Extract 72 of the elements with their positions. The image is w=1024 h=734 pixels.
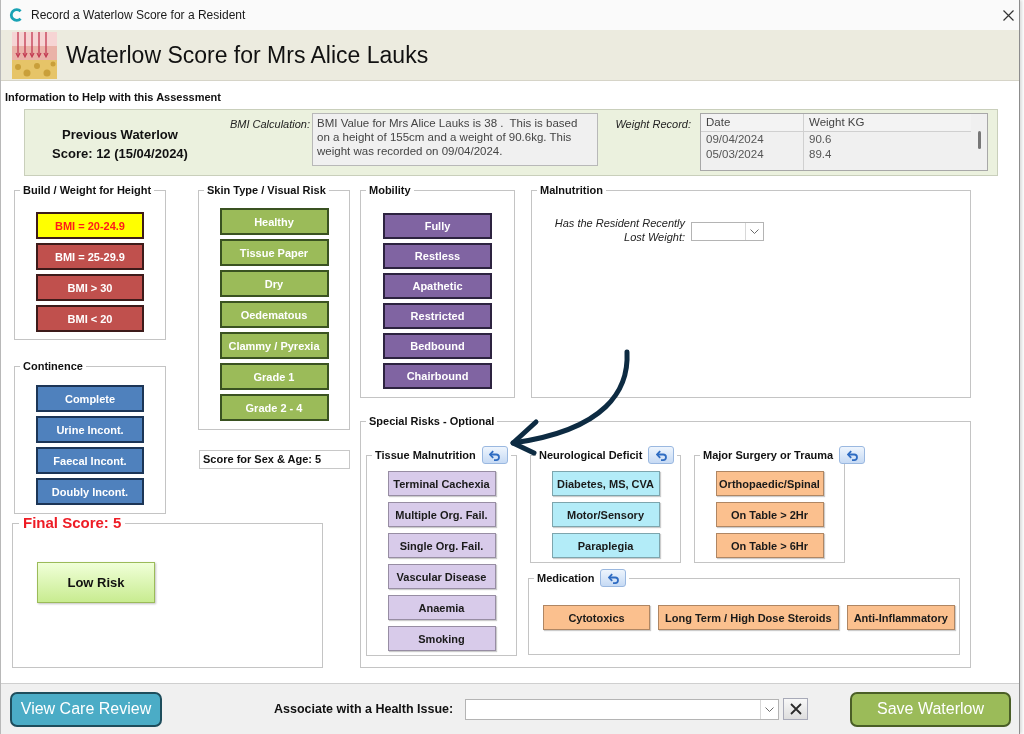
bmi-text-box: BMI Value for Mrs Alice Lauks is 38 . This is based on a height of 155cm and a weight of 90.6kg. This weight was recorded on 09/04/2024.	[312, 113, 598, 166]
reset-button[interactable]	[839, 446, 866, 464]
option-button[interactable]: Paraplegia	[551, 533, 660, 558]
undo-icon	[655, 449, 667, 461]
group-title: Skin Type / Visual Risk	[206, 184, 327, 197]
scrollbar-thumb[interactable]	[977, 131, 981, 149]
sex-age-score-field: Score for Sex & Age: 5	[199, 450, 350, 469]
option-button[interactable]: Complete	[36, 385, 144, 412]
group-title: Major Surgery or Trauma	[703, 448, 834, 462]
view-care-review-button[interactable]: View Care Review	[10, 691, 162, 727]
option-button[interactable]: Doubly Incont.	[36, 478, 144, 505]
undo-icon	[489, 449, 501, 461]
previous-score: Previous Waterlow Score: 12 (15/04/2024)	[51, 126, 189, 163]
group-title: Medication	[537, 571, 595, 585]
caret-icon	[750, 229, 759, 234]
group-title: Build / Weight for Height	[22, 184, 153, 197]
reset-button[interactable]	[481, 446, 508, 464]
group-title: Special Risks - Optional	[368, 415, 496, 428]
group-title: Tissue Malnutrition	[375, 448, 476, 462]
question-label: Has the Resident Recently Lost Weight:	[553, 216, 685, 244]
option-button[interactable]: Restless	[383, 243, 492, 269]
group-title: Neurological Deficit	[539, 448, 643, 462]
clear-button[interactable]	[783, 698, 809, 720]
reset-button[interactable]	[648, 446, 675, 464]
group-title: Malnutrition	[539, 184, 604, 197]
close-icon[interactable]	[1003, 9, 1014, 21]
option-button[interactable]: Terminal Cachexia	[387, 471, 496, 496]
table-cell-text: 05/03/2024	[705, 147, 765, 162]
option-button[interactable]: Fully	[383, 213, 492, 239]
option-button[interactable]: Motor/Sensory	[551, 502, 660, 527]
option-button[interactable]: Vascular Disease	[387, 564, 496, 589]
option-button[interactable]: Anaemia	[387, 595, 496, 620]
option-button[interactable]: Single Org. Fail.	[387, 533, 496, 558]
caret-icon	[765, 706, 775, 712]
option-button[interactable]: BMI < 20	[36, 305, 144, 332]
close-icon	[789, 703, 802, 715]
option-button[interactable]: On Table > 6Hr	[715, 533, 824, 558]
option-button[interactable]: Faecal Incont.	[36, 447, 144, 474]
option-button[interactable]: Bedbound	[383, 333, 492, 359]
option-button[interactable]: Smoking	[387, 626, 496, 651]
reset-button[interactable]	[600, 569, 627, 587]
option-button[interactable]: Orthopaedic/Spinal	[715, 471, 824, 496]
option-button[interactable]: BMI = 25-29.9	[36, 243, 144, 270]
skin-layers-icon	[12, 31, 57, 79]
option-button[interactable]: Apathetic	[383, 273, 492, 299]
bmi-label: BMI Calculation:	[228, 118, 311, 130]
option-button[interactable]: Restricted	[383, 303, 492, 329]
table-cell-text: 89.4	[808, 147, 833, 162]
option-button[interactable]: Long Term / High Dose Steroids	[658, 605, 839, 630]
option-button[interactable]: BMI = 20-24.9	[36, 212, 144, 239]
risk-level-indicator: Low Risk	[37, 562, 155, 603]
app-logo-icon	[9, 8, 23, 22]
undo-icon	[846, 449, 858, 461]
option-button[interactable]: On Table > 2Hr	[715, 502, 824, 527]
option-button[interactable]: Cytotoxics	[543, 605, 650, 630]
group-title: Mobility	[368, 184, 412, 197]
option-button[interactable]: Chairbound	[383, 363, 492, 389]
final-score-title: Final Score: 5	[22, 514, 123, 532]
health-issue-label: Associate with a Health Issue:	[274, 702, 454, 716]
option-button[interactable]: Multiple Org. Fail.	[387, 502, 496, 527]
group-title: Continence	[22, 360, 84, 373]
table-cell-text: 09/04/2024	[705, 132, 765, 147]
undo-icon	[607, 572, 619, 584]
table-cell-text: 90.6	[808, 132, 833, 147]
window-title: Record a Waterlow Score for a Resident	[31, 8, 247, 22]
option-button[interactable]: Anti-Inflammatory	[846, 605, 955, 630]
option-button[interactable]: Diabetes, MS, CVA	[551, 471, 660, 496]
weight-record-label: Weight Record:	[614, 118, 692, 130]
page-title: Waterlow Score for Mrs Alice Lauks	[66, 41, 429, 69]
section-heading: Information to Help with this Assessment	[4, 90, 222, 104]
option-button[interactable]: Urine Incont.	[36, 416, 144, 443]
option-button[interactable]: BMI > 30	[36, 274, 144, 301]
